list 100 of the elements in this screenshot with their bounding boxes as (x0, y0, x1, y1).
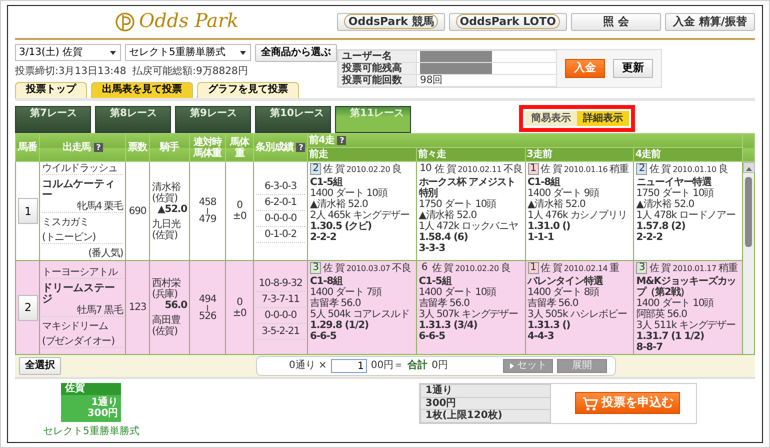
rider-info: ▲清水裕 52.0 (636, 199, 695, 210)
caret-icon (109, 50, 117, 56)
view-tab[interactable]: グラフを見て投票 (197, 82, 299, 98)
column-header: 前4走 (309, 135, 334, 146)
nav-button[interactable]: 照 会 (571, 13, 661, 31)
vote-count: 123 (128, 302, 146, 313)
track-condition: 重 (610, 262, 620, 274)
course-info: 1400 ダート 9頭 (528, 188, 600, 199)
weight-value: 494 (198, 294, 218, 304)
race-venue: 佐 賀 (649, 164, 671, 174)
race-date: 2010.01.16 (564, 164, 608, 174)
record-value: 0-0-0-0 (256, 211, 305, 227)
rider-info: ▲清水裕 52.0 (528, 199, 586, 210)
result-info: 3人 507k キングデザー (418, 309, 519, 320)
race-time: 1.31.7 (1 1/2) (636, 331, 705, 342)
combination-count: 0通り × (289, 360, 327, 372)
choose-all-button[interactable]: 全商品から選ぶ (255, 44, 337, 62)
row-number-button[interactable]: 2 (18, 294, 38, 320)
track-condition: 良 (392, 164, 402, 174)
track-condition: 良 (718, 164, 728, 174)
race-tab[interactable]: 第7レース (15, 106, 91, 133)
field-label: 投票可能残高 (338, 62, 416, 74)
summary-value: 1枚(上限120枚) (420, 410, 551, 422)
race-venue: 佐 賀 (434, 164, 456, 174)
result-info: 3人 511k キングデザー (636, 320, 736, 331)
help-icon[interactable]: ? (337, 136, 346, 145)
row-number-button[interactable]: 1 (18, 198, 38, 224)
race-time: 1.57.8 (2) (636, 221, 686, 232)
finish-position: 10 (418, 163, 432, 175)
column-header: 馬体重 (230, 136, 249, 158)
passing-order: 8-8-7 (636, 342, 664, 353)
race-tab[interactable]: 第10レース (255, 106, 331, 133)
scroll-up-button[interactable] (743, 162, 755, 173)
logo-icon (115, 12, 135, 32)
race-time: 1.58.4 (6) (418, 232, 469, 243)
race-time: 1.31.3 (3/4) (418, 320, 478, 331)
jockey-weight: 56.0 (164, 300, 187, 311)
column-header: 前々走 (418, 149, 446, 160)
passing-order: 6-6-5 (310, 331, 338, 342)
horse-name: コルムケーティー (42, 179, 115, 201)
select-all-button[interactable]: 全選択 (19, 357, 61, 375)
dam-name: ミスカガミ (42, 217, 90, 228)
logo-text: Odds Park (139, 11, 239, 33)
race-name: C1-5組 (310, 177, 344, 188)
slip-caption: セレクト5重勝単勝式 (43, 426, 140, 437)
body-weight: ±0 (232, 308, 248, 318)
view-toggle[interactable]: 詳細表示 (577, 110, 629, 126)
view-tab[interactable]: 出馬表を見て投票 (91, 82, 193, 98)
course-info: 1400 ダート 10頭 (636, 298, 715, 309)
summary-value: 1通り (420, 384, 551, 397)
race-date: 2010.02.20 (346, 164, 390, 174)
bet-type-dropdown[interactable]: セレクト5重勝単勝式 (125, 44, 251, 61)
track-condition: 良 (500, 262, 510, 274)
refresh-button[interactable]: 更新 (613, 59, 653, 78)
nav-button[interactable]: OddsPark 競馬 (337, 13, 445, 31)
venue-dropdown[interactable]: 3/13(土) 佐賀 (15, 44, 121, 61)
field-label: ユーザー名 (338, 50, 416, 62)
view-toggle[interactable]: 簡易表示 (525, 110, 577, 126)
scrollbar-thumb[interactable] (745, 177, 752, 247)
race-date: 2010.02.20 (455, 262, 499, 274)
cart-icon (582, 396, 598, 411)
finish-badge: 1 (528, 262, 538, 274)
column-header: 出走馬 (62, 142, 91, 153)
finish-badge: 3 (636, 262, 648, 274)
rider-info: 吉留孝 56.0 (418, 298, 470, 309)
nav-button[interactable]: 入金 精算/振替 (665, 13, 755, 31)
track-condition: 稍重 (718, 262, 738, 274)
body-weight: ±0 (232, 211, 248, 222)
race-tab[interactable]: 第9レース (175, 106, 251, 133)
race-name: C1-8組 (310, 276, 344, 287)
race-time: 1.30.5 (クビ) (310, 221, 372, 232)
rider-info: ▲清水裕 52.0 (310, 199, 369, 210)
passing-order: 4-4-3 (528, 331, 555, 342)
bet-slip-card[interactable]: 佐賀 1通り 300円 (61, 383, 122, 422)
race-time: 1.31.0 () (528, 221, 572, 232)
view-tab[interactable]: 投票トップ (15, 82, 87, 98)
slip-venue: 佐賀 (64, 383, 86, 394)
sex-coat: 牝馬4 栗毛 (42, 201, 123, 213)
passing-order: 1-1-1 (528, 232, 555, 243)
nav-button[interactable]: OddsPark LOTO (448, 13, 567, 31)
rider-info: 吉留孝 56.0 (528, 298, 580, 309)
total-label: 合計 (408, 360, 428, 372)
weight-value: 479 (198, 214, 218, 225)
slip-combos: 1通り (90, 396, 118, 408)
passing-order: 3-3-3 (418, 243, 446, 254)
trainer-name: 九日光 (152, 218, 182, 230)
race-date: 2010.02.11 (458, 164, 502, 174)
finish-badge: 2 (636, 163, 648, 175)
course-info: 1400 ダート 7頭 (310, 287, 383, 298)
race-venue: 佐 賀 (323, 164, 344, 174)
race-tab[interactable]: 第8レース (95, 106, 171, 133)
unit-input[interactable]: 1 (330, 359, 367, 373)
column-header: 3走前 (526, 149, 552, 160)
help-icon[interactable]: ? (94, 143, 103, 152)
vote-count: 690 (128, 206, 146, 216)
race-time: 1.29.8 (1/2) (310, 320, 370, 331)
course-info: 1750 ダート 10頭 (418, 199, 498, 210)
race-venue: 佐 賀 (540, 262, 562, 274)
course-info: 1400 ダート 10頭 (418, 287, 498, 298)
help-icon[interactable]: ? (296, 143, 306, 152)
